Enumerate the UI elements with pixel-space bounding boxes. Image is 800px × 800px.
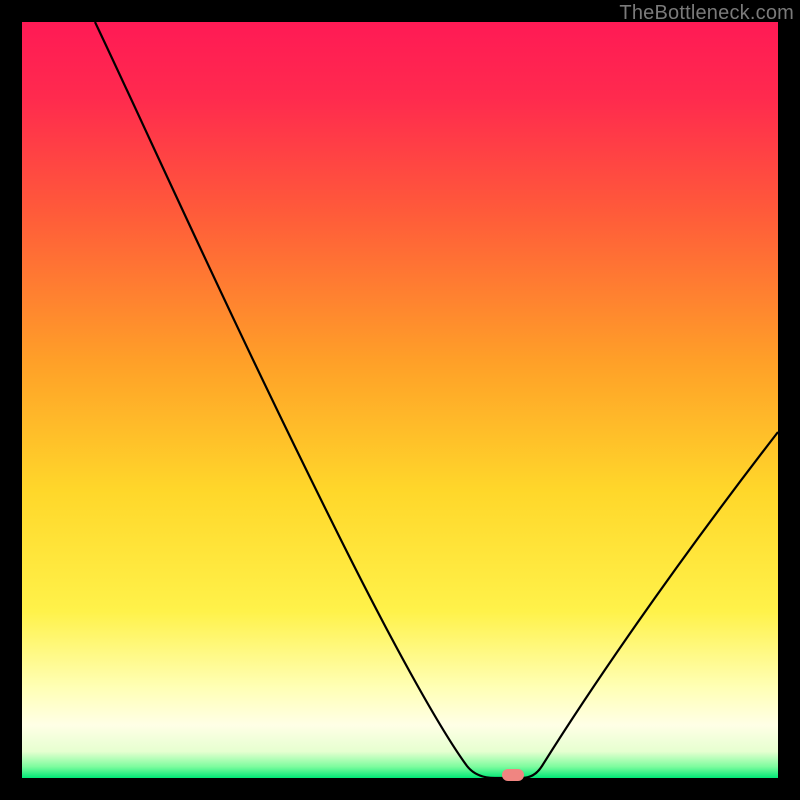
plot-svg — [22, 22, 778, 778]
gradient-background — [22, 22, 778, 778]
minimum-marker — [502, 769, 524, 781]
chart-frame: TheBottleneck.com — [0, 0, 800, 800]
watermark-text: TheBottleneck.com — [619, 2, 794, 25]
plot-area — [22, 22, 778, 778]
